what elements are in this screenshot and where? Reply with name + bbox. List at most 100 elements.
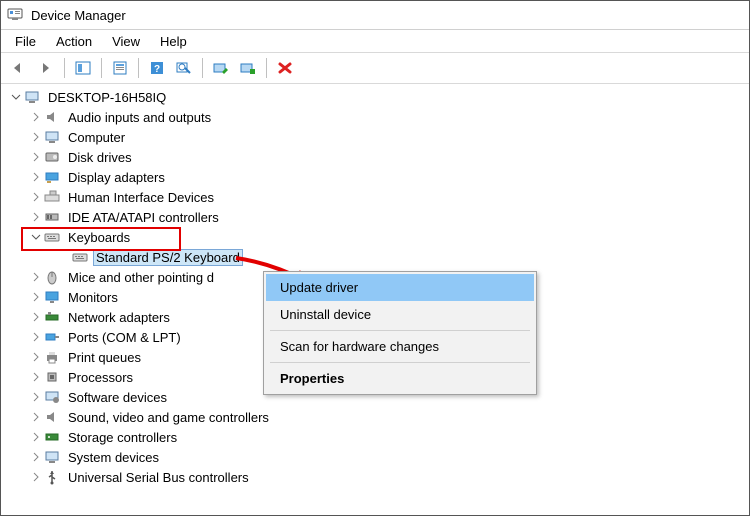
titlebar: Device Manager [1, 1, 749, 30]
computer-icon [23, 88, 41, 106]
separator [101, 58, 102, 78]
root-label: DESKTOP-16H58IQ [45, 89, 169, 106]
tree-label: Mice and other pointing d [65, 269, 217, 286]
tree-label: Audio inputs and outputs [65, 109, 214, 126]
show-hide-tree-button[interactable] [71, 56, 95, 80]
caret-right-icon[interactable] [29, 450, 43, 464]
app-icon [7, 6, 23, 25]
caret-right-icon[interactable] [29, 130, 43, 144]
tree-label: Display adapters [65, 169, 168, 186]
svg-text:?: ? [154, 64, 160, 75]
caret-right-icon[interactable] [29, 470, 43, 484]
tree-root[interactable]: DESKTOP-16H58IQ [1, 87, 749, 107]
tree-label: Universal Serial Bus controllers [65, 469, 252, 486]
help-button[interactable]: ? [145, 56, 169, 80]
toolbar: ? [1, 52, 749, 84]
forward-button[interactable] [34, 56, 58, 80]
tree-item-disk[interactable]: Disk drives [1, 147, 749, 167]
tree-label: Human Interface Devices [65, 189, 217, 206]
speaker-icon [43, 408, 61, 426]
tree-item-audio[interactable]: Audio inputs and outputs [1, 107, 749, 127]
delete-button[interactable] [273, 56, 297, 80]
tree-label: Sound, video and game controllers [65, 409, 272, 426]
tree-item-ide[interactable]: IDE ATA/ATAPI controllers [1, 207, 749, 227]
tree-label: Software devices [65, 389, 170, 406]
tree-label: IDE ATA/ATAPI controllers [65, 209, 222, 226]
usb-icon [43, 468, 61, 486]
tree-item-system[interactable]: System devices [1, 447, 749, 467]
tree-label: Network adapters [65, 309, 173, 326]
tree-item-keyboards[interactable]: Keyboards [1, 227, 749, 247]
separator [138, 58, 139, 78]
tree-label: Computer [65, 129, 128, 146]
context-menu: Update driver Uninstall device Scan for … [263, 271, 537, 395]
network-icon [43, 308, 61, 326]
keyboard-icon [43, 228, 61, 246]
system-icon [43, 448, 61, 466]
tree-item-computer[interactable]: Computer [1, 127, 749, 147]
caret-down-icon[interactable] [9, 90, 23, 104]
tree-label: Keyboards [65, 229, 133, 246]
menu-action[interactable]: Action [46, 32, 102, 51]
scan-hardware-button[interactable] [172, 56, 196, 80]
tree-item-usb[interactable]: Universal Serial Bus controllers [1, 467, 749, 487]
keyboard-icon [71, 248, 89, 266]
software-icon [43, 388, 61, 406]
caret-right-icon[interactable] [29, 290, 43, 304]
uninstall-button[interactable] [236, 56, 260, 80]
menu-properties[interactable]: Properties [266, 365, 534, 392]
port-icon [43, 328, 61, 346]
tree-label: Print queues [65, 349, 144, 366]
menu-view[interactable]: View [102, 32, 150, 51]
storage-icon [43, 428, 61, 446]
caret-down-icon[interactable] [29, 230, 43, 244]
caret-right-icon[interactable] [29, 390, 43, 404]
menu-scan-hardware[interactable]: Scan for hardware changes [266, 333, 534, 360]
menu-help[interactable]: Help [150, 32, 197, 51]
tree-item-storage[interactable]: Storage controllers [1, 427, 749, 447]
separator [266, 58, 267, 78]
menubar: File Action View Help [1, 30, 749, 52]
tree-label: Processors [65, 369, 136, 386]
caret-right-icon[interactable] [29, 410, 43, 424]
device-manager-window: Device Manager File Action View Help ? D… [0, 0, 750, 516]
caret-right-icon[interactable] [29, 350, 43, 364]
hid-icon [43, 188, 61, 206]
tree-item-sound[interactable]: Sound, video and game controllers [1, 407, 749, 427]
back-button[interactable] [7, 56, 31, 80]
computer-icon [43, 128, 61, 146]
no-caret [57, 250, 71, 264]
caret-right-icon[interactable] [29, 330, 43, 344]
tree-item-hid[interactable]: Human Interface Devices [1, 187, 749, 207]
separator [64, 58, 65, 78]
mouse-icon [43, 268, 61, 286]
separator [270, 330, 530, 331]
caret-right-icon[interactable] [29, 150, 43, 164]
caret-right-icon[interactable] [29, 430, 43, 444]
caret-right-icon[interactable] [29, 110, 43, 124]
menu-uninstall-device[interactable]: Uninstall device [266, 301, 534, 328]
separator [202, 58, 203, 78]
tree-label: System devices [65, 449, 162, 466]
window-title: Device Manager [31, 8, 126, 23]
ide-icon [43, 208, 61, 226]
cpu-icon [43, 368, 61, 386]
caret-right-icon[interactable] [29, 190, 43, 204]
properties-button[interactable] [108, 56, 132, 80]
menu-update-driver[interactable]: Update driver [266, 274, 534, 301]
speaker-icon [43, 108, 61, 126]
menu-file[interactable]: File [5, 32, 46, 51]
caret-right-icon[interactable] [29, 270, 43, 284]
tree-item-standard-keyboard[interactable]: Standard PS/2 Keyboard [1, 247, 749, 267]
tree-label: Standard PS/2 Keyboard [93, 249, 243, 266]
caret-right-icon[interactable] [29, 170, 43, 184]
tree-label: Ports (COM & LPT) [65, 329, 184, 346]
tree-item-display[interactable]: Display adapters [1, 167, 749, 187]
caret-right-icon[interactable] [29, 310, 43, 324]
update-driver-button[interactable] [209, 56, 233, 80]
tree-label: Monitors [65, 289, 121, 306]
caret-right-icon[interactable] [29, 370, 43, 384]
separator [270, 362, 530, 363]
caret-right-icon[interactable] [29, 210, 43, 224]
printer-icon [43, 348, 61, 366]
